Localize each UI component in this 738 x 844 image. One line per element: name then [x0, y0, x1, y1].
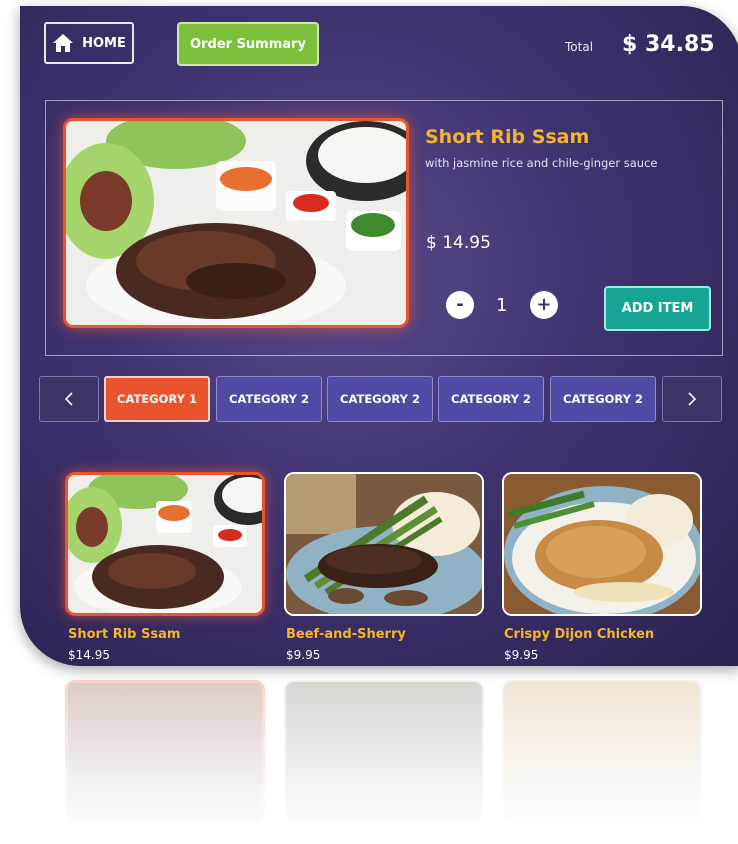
menu-item-price: $9.95	[286, 648, 321, 662]
add-item-button[interactable]: ADD ITEM	[604, 286, 711, 331]
home-button[interactable]: HOME	[44, 22, 134, 64]
decrease-quantity-button[interactable]: -	[446, 291, 474, 319]
menu-item-image-crispy-dijon-chicken[interactable]	[502, 472, 702, 616]
total-value: $ 34.85	[622, 32, 715, 57]
chevron-left-icon	[64, 391, 74, 407]
screen-reflection	[20, 666, 738, 844]
home-button-label: HOME	[82, 35, 126, 51]
minus-icon: -	[456, 294, 464, 315]
app-screen: HOME Order Summary Total $ 34.85 Short R…	[20, 6, 738, 666]
quantity-value: 1	[496, 295, 508, 316]
menu-item-name: Short Rib Ssam	[68, 627, 181, 642]
category-prev-button[interactable]	[39, 376, 99, 422]
featured-item-subtitle: with jasmine rice and chile-ginger sauce	[425, 156, 658, 170]
category-next-button[interactable]	[662, 376, 722, 422]
chevron-right-icon	[687, 391, 697, 407]
menu-item-image-short-rib-ssam[interactable]	[65, 472, 265, 616]
order-summary-button[interactable]: Order Summary	[177, 22, 319, 66]
category-tab-5[interactable]: CATEGORY 2	[550, 376, 656, 422]
category-tab-4[interactable]: CATEGORY 2	[438, 376, 544, 422]
menu-item-price: $9.95	[504, 648, 539, 662]
category-tab-2[interactable]: CATEGORY 2	[216, 376, 322, 422]
featured-item-image	[63, 118, 409, 328]
menu-item-image-beef-and-sherry[interactable]	[284, 472, 484, 616]
category-tab-1[interactable]: CATEGORY 1	[104, 376, 210, 422]
menu-item-price: $14.95	[68, 648, 110, 662]
featured-item-price: $ 14.95	[426, 233, 491, 253]
plus-icon: +	[536, 294, 552, 315]
total-label: Total	[565, 40, 594, 54]
menu-item-name: Beef-and-Sherry	[286, 627, 406, 642]
home-icon	[52, 33, 74, 53]
category-tab-3[interactable]: CATEGORY 2	[327, 376, 433, 422]
menu-item-name: Crispy Dijon Chicken	[504, 627, 655, 642]
featured-item-title: Short Rib Ssam	[425, 126, 590, 148]
increase-quantity-button[interactable]: +	[530, 291, 558, 319]
